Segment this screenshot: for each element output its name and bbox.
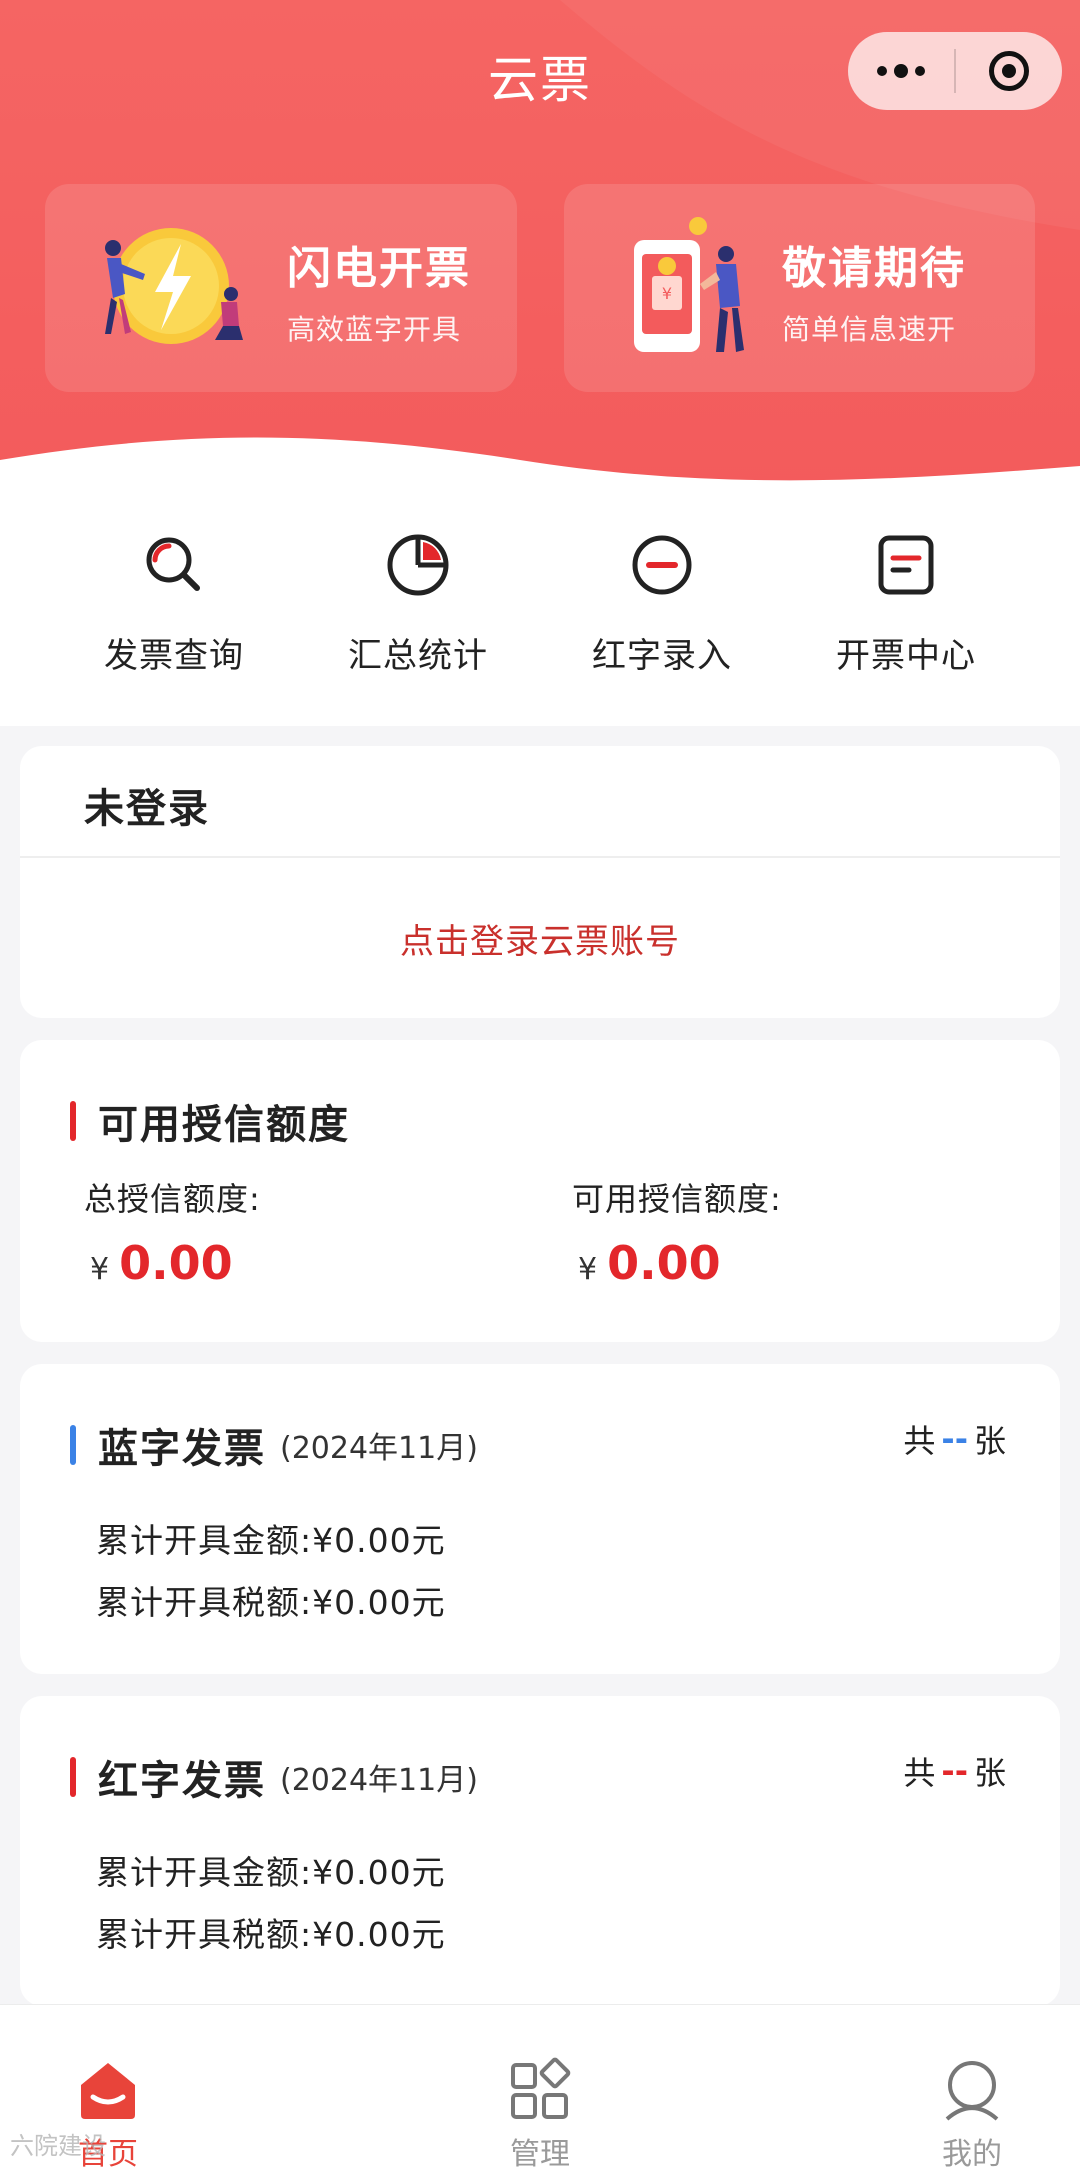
cumulative-amount: 累计开具金额:¥0.00元 <box>96 1853 446 1892</box>
miniprogram-capsule <box>848 32 1062 110</box>
amount: 0.00 <box>119 1236 233 1290</box>
count-prefix: 共 <box>903 1422 936 1460</box>
search-icon <box>146 537 200 591</box>
cumulative-tax: 累计开具税额:¥0.00元 <box>96 1915 446 1954</box>
section-title: 可用授信额度 <box>98 1102 350 1148</box>
promo-subtitle: 简单信息速开 <box>782 313 957 346</box>
header-banner: 云票 闪电开票 高效蓝字开具 ¥ 敬请期待 简单信息速开 <box>0 0 1080 490</box>
tab-manage[interactable]: 管理 <box>470 2057 610 2173</box>
tab-label: 我的 <box>942 2137 1002 2172</box>
bottom-tab-bar: 首页 管理 我的 <box>0 2004 1080 2174</box>
close-miniprogram-button[interactable] <box>956 32 1062 110</box>
tab-mine[interactable]: 我的 <box>902 2057 1042 2173</box>
phone-payment-illustration-icon: ¥ <box>634 217 744 352</box>
available-credit-value: ¥ 0.00 <box>578 1236 721 1290</box>
section-accent-bar <box>70 1757 76 1797</box>
more-dots-icon <box>877 64 925 78</box>
login-link[interactable]: 点击登录云票账号 <box>20 914 1060 963</box>
section-header: 红字发票 (2024年11月) <box>70 1748 478 1806</box>
target-icon <box>989 51 1029 91</box>
blue-invoice-card[interactable]: 蓝字发票 (2024年11月) 共 -- 张 累计开具金额:¥0.00元 累计开… <box>20 1364 1060 1674</box>
section-accent-bar <box>70 1425 76 1465</box>
quick-action-label: 发票查询 <box>104 636 244 676</box>
invoice-count: 共 -- 张 <box>903 1748 1006 1794</box>
tab-label: 管理 <box>510 2137 570 2172</box>
login-status: 未登录 <box>84 786 210 832</box>
count-value: -- <box>941 1752 968 1790</box>
quick-action-summary-stats[interactable]: 汇总统计 <box>318 530 518 677</box>
cumulative-amount: 累计开具金额:¥0.00元 <box>96 1521 446 1560</box>
count-prefix: 共 <box>903 1754 936 1792</box>
total-credit-value: ¥ 0.00 <box>90 1236 233 1290</box>
apps-icon <box>511 2057 571 2119</box>
quick-action-red-invoice-entry[interactable]: 红字录入 <box>562 530 762 677</box>
currency-symbol: ¥ <box>578 1252 598 1287</box>
promo-title: 敬请期待 <box>782 243 966 294</box>
count-value: -- <box>941 1420 968 1458</box>
user-icon <box>945 2061 999 2121</box>
quick-action-label: 汇总统计 <box>348 636 488 676</box>
home-icon <box>81 2063 135 2119</box>
cumulative-tax: 累计开具税额:¥0.00元 <box>96 1583 446 1622</box>
available-credit-label: 可用授信额度: <box>572 1180 782 1218</box>
more-button[interactable] <box>848 32 954 110</box>
login-card: 未登录 点击登录云票账号 <box>20 746 1060 1018</box>
count-suffix: 张 <box>973 1754 1006 1792</box>
credit-limit-card: 可用授信额度 总授信额度: ¥ 0.00 可用授信额度: ¥ 0.00 <box>20 1040 1060 1342</box>
promo-card-coming-soon[interactable]: ¥ 敬请期待 简单信息速开 <box>564 184 1035 392</box>
total-credit-label: 总授信额度: <box>84 1180 261 1218</box>
quick-action-invoicing-center[interactable]: 开票中心 <box>806 530 1006 677</box>
quick-actions-grid: 发票查询 汇总统计 红字录入 开票中心 <box>0 490 1080 726</box>
section-header: 蓝字发票 (2024年11月) <box>70 1416 478 1474</box>
currency-symbol: ¥ <box>90 1252 110 1287</box>
promo-card-flash-invoice[interactable]: 闪电开票 高效蓝字开具 <box>45 184 517 392</box>
quick-action-label: 红字录入 <box>592 636 732 676</box>
minus-circle-icon <box>632 535 692 595</box>
section-accent-bar <box>70 1101 76 1141</box>
invoice-icon <box>878 535 934 595</box>
divider <box>20 856 1060 858</box>
red-invoice-card[interactable]: 红字发票 (2024年11月) 共 -- 张 累计开具金额:¥0.00元 累计开… <box>20 1696 1060 2006</box>
quick-action-invoice-query[interactable]: 发票查询 <box>74 530 274 677</box>
lightning-coin-illustration-icon <box>105 228 243 344</box>
promo-subtitle: 高效蓝字开具 <box>287 313 462 346</box>
count-suffix: 张 <box>973 1422 1006 1460</box>
promo-title: 闪电开票 <box>287 243 471 294</box>
quick-action-label: 开票中心 <box>836 636 976 676</box>
svg-text:¥: ¥ <box>662 284 672 303</box>
section-header: 可用授信额度 <box>70 1092 350 1150</box>
section-title: 红字发票 <box>98 1758 266 1804</box>
section-period: (2024年11月) <box>280 1431 478 1466</box>
watermark: 六院建设 <box>10 2132 106 2160</box>
section-period: (2024年11月) <box>280 1763 478 1798</box>
amount: 0.00 <box>607 1236 721 1290</box>
pie-chart-icon <box>387 534 449 596</box>
invoice-count: 共 -- 张 <box>903 1416 1006 1462</box>
section-title: 蓝字发票 <box>98 1426 266 1472</box>
